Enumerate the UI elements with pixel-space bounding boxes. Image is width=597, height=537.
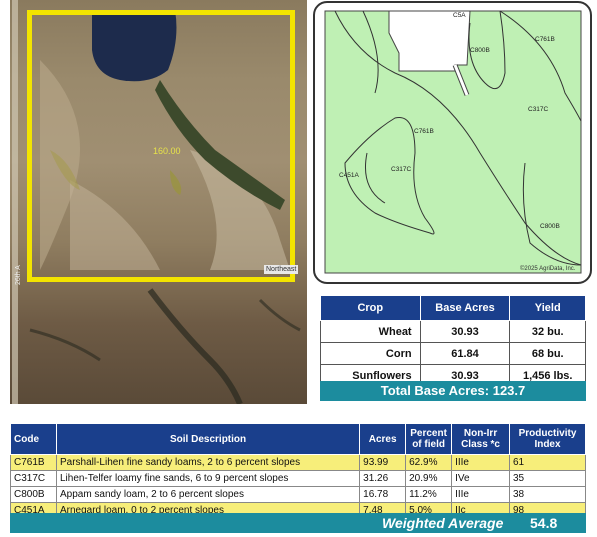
field-acres-label: 160.00 bbox=[153, 146, 181, 156]
water-exclusion bbox=[388, 10, 471, 72]
crop-acres: 30.93 bbox=[419, 320, 511, 343]
soil-description: Parshall-Lihen fine sandy loams, 2 to 6 … bbox=[55, 454, 361, 471]
soil-table: Code Soil Description Acres Percent of f… bbox=[10, 423, 586, 519]
road-label: 26th A bbox=[15, 265, 22, 285]
soil-acres: 93.99 bbox=[359, 454, 407, 471]
table-row: C800B Appam sandy loam, 2 to 6 percent s… bbox=[10, 486, 586, 503]
weighted-average-label: Weighted Average bbox=[382, 515, 504, 531]
soil-description: Appam sandy loam, 2 to 6 percent slopes bbox=[55, 486, 361, 503]
class-header: Non-Irr Class *c bbox=[451, 423, 510, 455]
soil-label: C800B bbox=[470, 47, 490, 54]
table-row: C761B Parshall-Lihen fine sandy loams, 2… bbox=[10, 454, 586, 471]
table-row: Wheat 30.93 32 bu. bbox=[320, 320, 586, 343]
soil-label: C451A bbox=[339, 172, 360, 179]
table-row: Corn 61.84 68 bu. bbox=[320, 342, 586, 365]
crop-name: Corn bbox=[320, 342, 421, 365]
soil-map: C5A C800B C761B C317C C761B C451A C317C … bbox=[313, 1, 592, 284]
soil-productivity: 35 bbox=[509, 470, 586, 487]
soil-label: C761B bbox=[414, 128, 434, 135]
crop-yield: 68 bu. bbox=[509, 342, 586, 365]
yield-header: Yield bbox=[509, 295, 586, 321]
soil-class: IVe bbox=[451, 470, 510, 487]
code-header: Code bbox=[10, 423, 57, 455]
crop-table: Crop Base Acres Yield Wheat 30.93 32 bu.… bbox=[320, 295, 586, 387]
crop-yield: 32 bu. bbox=[509, 320, 586, 343]
soil-class: IIIe bbox=[451, 454, 510, 471]
base-acres-header: Base Acres bbox=[419, 295, 511, 321]
soil-percent: 20.9% bbox=[405, 470, 453, 487]
soil-percent: 62.9% bbox=[405, 454, 453, 471]
crop-name: Wheat bbox=[320, 320, 421, 343]
total-base-acres: Total Base Acres: 123.7 bbox=[320, 381, 586, 401]
soil-label: C5A bbox=[453, 12, 466, 19]
soil-class: IIIe bbox=[451, 486, 510, 503]
crop-acres: 61.84 bbox=[419, 342, 511, 365]
soil-map-shapes: C5A C800B C761B C317C C761B C451A C317C … bbox=[324, 10, 582, 274]
productivity-header: Productivity Index bbox=[509, 423, 586, 455]
soil-label: C761B bbox=[535, 36, 555, 43]
percent-header: Percent of field bbox=[405, 423, 453, 455]
soil-label: C317C bbox=[528, 106, 549, 113]
table-row: C317C Lihen-Telfer loamy fine sands, 6 t… bbox=[10, 470, 586, 487]
map-caption: Northeast bbox=[264, 265, 299, 274]
soil-label: C800B bbox=[540, 223, 560, 230]
soil-acres: 16.78 bbox=[359, 486, 407, 503]
acres-header: Acres bbox=[359, 423, 407, 455]
soil-description: Lihen-Telfer loamy fine sands, 6 to 9 pe… bbox=[55, 470, 361, 487]
total-base-acres-label: Total Base Acres: bbox=[380, 383, 490, 398]
weighted-average-value: 54.8 bbox=[530, 515, 558, 531]
soil-map-copyright: ©2025 AgriData, Inc. bbox=[520, 266, 576, 272]
soil-acres: 31.26 bbox=[359, 470, 407, 487]
soil-code: C317C bbox=[10, 470, 57, 487]
soil-label: C317C bbox=[391, 166, 412, 173]
soil-code: C761B bbox=[10, 454, 57, 471]
soil-code: C800B bbox=[10, 486, 57, 503]
soil-description-header: Soil Description bbox=[55, 423, 361, 455]
total-base-acres-value: 123.7 bbox=[492, 383, 526, 398]
aerial-photo: 160.00 Northeast 26th A bbox=[10, 0, 307, 404]
crop-header: Crop bbox=[320, 295, 421, 321]
soil-productivity: 38 bbox=[509, 486, 586, 503]
soil-percent: 11.2% bbox=[405, 486, 453, 503]
weighted-average-bar: Weighted Average 54.8 bbox=[10, 513, 586, 533]
soil-productivity: 61 bbox=[509, 454, 586, 471]
